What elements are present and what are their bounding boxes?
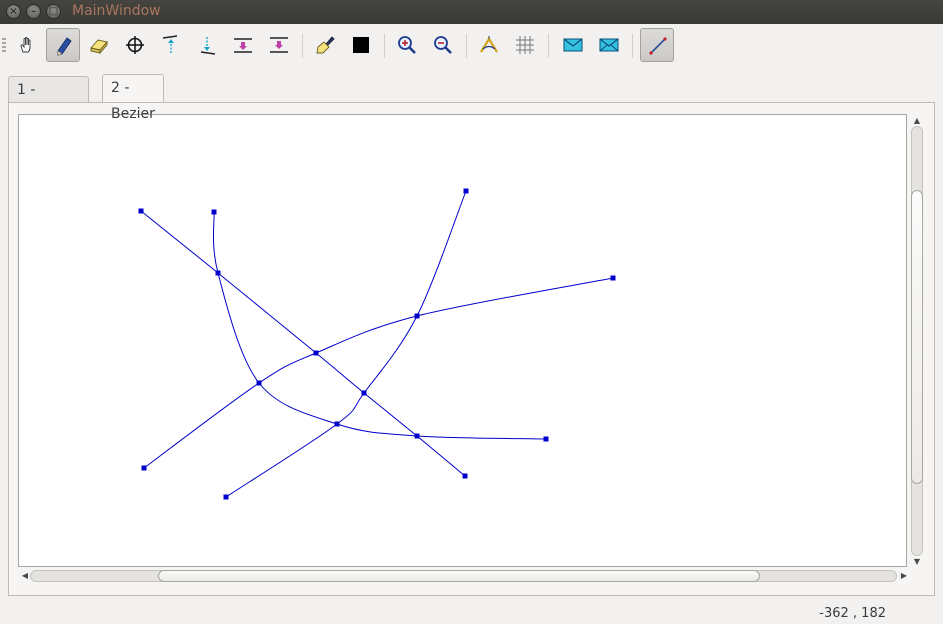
grid-icon	[516, 36, 534, 54]
move-up-icon	[162, 35, 178, 53]
bezier-curve-2[interactable]	[212, 211, 547, 440]
pencil-tool-button[interactable]	[46, 28, 80, 62]
bezier-drawing[interactable]	[19, 115, 908, 568]
shrink-alt-tool-button[interactable]	[262, 28, 296, 62]
curve-point-marker[interactable]	[211, 209, 217, 215]
eraser-tool-button[interactable]	[82, 28, 116, 62]
bezier-curve-3[interactable]	[143, 277, 614, 469]
line-tool-button[interactable]	[640, 28, 674, 62]
toolbar-separator	[384, 34, 385, 58]
shrink-tool-button[interactable]	[226, 28, 260, 62]
curve-point-marker[interactable]	[138, 208, 144, 214]
toolbar-separator	[466, 34, 467, 58]
curve-point-marker[interactable]	[215, 270, 221, 276]
curve-point-marker[interactable]	[313, 350, 319, 356]
zoom-in-icon	[398, 36, 416, 54]
export-mail-button[interactable]	[556, 28, 590, 62]
eraser-icon	[90, 39, 108, 55]
minimize-window-button[interactable]: –	[26, 4, 41, 19]
scroll-left-arrow-icon[interactable]: ◀	[20, 571, 30, 581]
vertical-scroll-thumb[interactable]	[911, 190, 923, 484]
toolbar-separator	[302, 34, 303, 58]
curve-point-marker[interactable]	[141, 465, 147, 471]
move-up-tool-button[interactable]	[154, 28, 188, 62]
curve-point-marker[interactable]	[414, 433, 420, 439]
color-swatch-icon	[353, 37, 369, 53]
paint-brush-icon	[316, 36, 335, 54]
line-tool-icon	[649, 37, 667, 55]
tab-segment[interactable]: 1 - Segment	[8, 76, 89, 124]
hand-icon	[20, 37, 31, 53]
scroll-right-arrow-icon[interactable]: ▶	[899, 571, 909, 581]
hand-tool-button[interactable]	[10, 28, 44, 62]
paint-brush-button[interactable]	[308, 28, 342, 62]
move-down-tool-button[interactable]	[190, 28, 224, 62]
curve-point-marker[interactable]	[334, 421, 340, 427]
scroll-up-arrow-icon[interactable]: ▲	[912, 116, 922, 126]
curve-point-marker[interactable]	[361, 390, 367, 396]
move-down-icon	[200, 37, 216, 55]
shrink-alt-icon	[270, 37, 288, 53]
angle-icon	[480, 36, 498, 53]
bezier-curve-4[interactable]	[225, 190, 467, 498]
tab-bezier[interactable]: 2 - Bezier	[102, 74, 164, 122]
close-window-button[interactable]: ×	[6, 4, 21, 19]
drawing-canvas[interactable]	[18, 114, 907, 567]
zoom-out-button[interactable]	[426, 28, 460, 62]
curve-point-marker[interactable]	[610, 275, 616, 281]
angle-tool-button[interactable]	[472, 28, 506, 62]
horizontal-scrollbar[interactable]: ◀ ▶	[18, 569, 911, 583]
curve-point-marker[interactable]	[223, 494, 229, 500]
toolbar-separator	[632, 34, 633, 58]
curve-point-marker[interactable]	[543, 436, 549, 442]
zoom-in-button[interactable]	[390, 28, 424, 62]
mail-icon	[563, 38, 583, 52]
window-title: MainWindow	[72, 3, 161, 19]
maximize-window-button[interactable]: □	[46, 4, 61, 19]
shrink-icon	[234, 38, 252, 53]
vertical-scrollbar[interactable]: ▲ ▼	[910, 114, 924, 569]
toolbar-separator	[548, 34, 549, 58]
curve-point-marker[interactable]	[462, 473, 468, 479]
pencil-icon	[57, 37, 72, 56]
title-bar: × – □ MainWindow	[0, 0, 943, 24]
scroll-down-arrow-icon[interactable]: ▼	[912, 557, 922, 567]
toolbar-grip[interactable]	[2, 38, 6, 52]
grid-button[interactable]	[508, 28, 542, 62]
crosshair-icon	[126, 36, 144, 54]
zoom-out-icon	[434, 36, 452, 54]
curve-point-marker[interactable]	[463, 188, 469, 194]
toolbar	[0, 24, 943, 67]
status-bar: -362 , 182	[0, 601, 943, 624]
horizontal-scroll-thumb[interactable]	[158, 570, 760, 582]
import-mail-button[interactable]	[592, 28, 626, 62]
mail-open-icon	[599, 38, 619, 52]
curve-point-marker[interactable]	[414, 313, 420, 319]
curve-point-marker[interactable]	[256, 380, 262, 386]
color-swatch-button[interactable]	[344, 28, 378, 62]
cursor-coordinates: -362 , 182	[819, 606, 886, 621]
crosshair-tool-button[interactable]	[118, 28, 152, 62]
